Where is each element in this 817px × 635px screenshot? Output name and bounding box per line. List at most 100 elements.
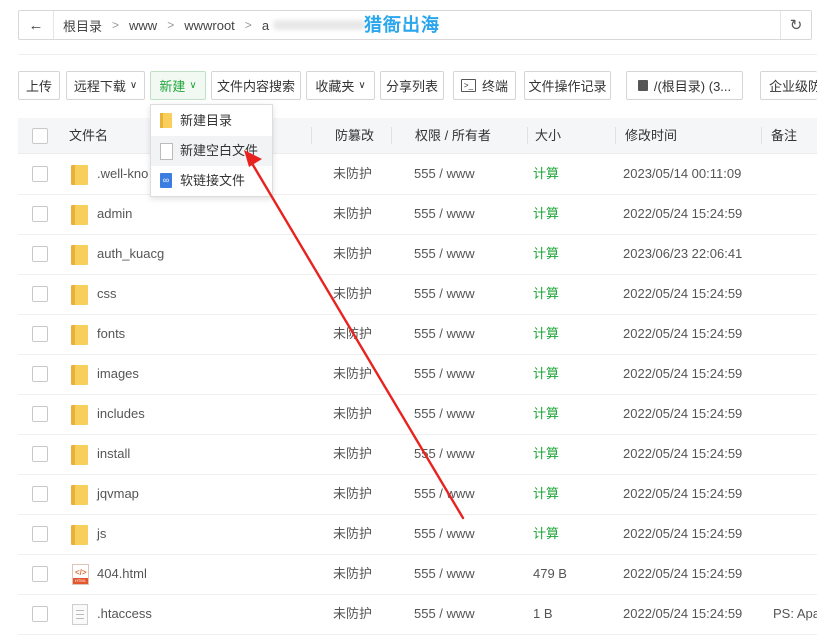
- row-checkbox[interactable]: [32, 566, 48, 582]
- content-search-label: 文件内容搜索: [216, 79, 295, 94]
- file-size[interactable]: 计算: [533, 154, 559, 194]
- row-checkbox[interactable]: [32, 406, 48, 422]
- file-name[interactable]: images: [97, 354, 139, 394]
- share-list-button[interactable]: 分享列表: [380, 71, 444, 100]
- protect-status[interactable]: 未防护: [333, 154, 372, 194]
- table-row[interactable]: install 未防护 555 / www 计算 2022/05/24 15:24:59: [18, 434, 817, 475]
- row-checkbox[interactable]: [32, 286, 48, 302]
- protect-status[interactable]: 未防护: [333, 554, 372, 594]
- file-size[interactable]: 计算: [533, 474, 559, 514]
- table-row[interactable]: </> HTML 404.html 未防护 555 / www 479 B 2022/05/…: [18, 554, 817, 595]
- protect-status[interactable]: 未防护: [333, 594, 372, 634]
- favorites-button[interactable]: 收藏夹 ∨: [306, 71, 375, 100]
- permission-owner[interactable]: 555 / www: [414, 394, 475, 434]
- file-size[interactable]: 计算: [533, 434, 559, 474]
- table-row[interactable]: includes 未防护 555 / www 计算 2022/05/24 15:24:5…: [18, 394, 817, 435]
- table-row[interactable]: auth_kuacg 未防护 555 / www 计算 2023/06/23 22:06…: [18, 234, 817, 275]
- permission-owner[interactable]: 555 / www: [414, 154, 475, 194]
- permission-owner[interactable]: 555 / www: [414, 234, 475, 274]
- file-size[interactable]: 计算: [533, 234, 559, 274]
- content-search-button[interactable]: 文件内容搜索: [211, 71, 301, 100]
- file-name[interactable]: .well-kno: [97, 154, 148, 194]
- table-row[interactable]: fonts 未防护 555 / www 计算 2022/05/24 15:24:59: [18, 314, 817, 355]
- note[interactable]: PS: Apa: [773, 594, 817, 634]
- breadcrumb-site[interactable]: a: [262, 18, 269, 33]
- protect-status[interactable]: 未防护: [333, 434, 372, 474]
- protect-status[interactable]: 未防护: [333, 274, 372, 314]
- protect-status[interactable]: 未防护: [333, 514, 372, 554]
- table-row[interactable]: images 未防护 555 / www 计算 2022/05/24 15:24:59: [18, 354, 817, 395]
- enterprise-button[interactable]: 企业级防: [760, 71, 817, 100]
- table-row[interactable]: admin 未防护 555 / www 计算 2022/05/24 15:24:59: [18, 194, 817, 235]
- row-checkbox[interactable]: [32, 166, 48, 182]
- column-perm[interactable]: 权限 / 所有者: [415, 118, 491, 153]
- protect-status[interactable]: 未防护: [333, 354, 372, 394]
- terminal-button[interactable]: >_ 终端: [453, 71, 516, 100]
- column-size[interactable]: 大小: [535, 118, 561, 153]
- row-checkbox[interactable]: [32, 526, 48, 542]
- back-arrow-icon[interactable]: ←: [19, 11, 54, 39]
- column-name[interactable]: 文件名: [69, 118, 108, 153]
- row-checkbox[interactable]: [32, 486, 48, 502]
- file-size[interactable]: 计算: [533, 394, 559, 434]
- menu-item-symlink[interactable]: ∞ 软链接文件: [151, 166, 272, 196]
- menu-item-new-folder[interactable]: 新建目录: [151, 106, 272, 136]
- row-checkbox[interactable]: [32, 606, 48, 622]
- permission-owner[interactable]: 555 / www: [414, 274, 475, 314]
- new-button[interactable]: 新建 ∨: [150, 71, 206, 100]
- upload-button[interactable]: 上传: [18, 71, 60, 100]
- protect-status[interactable]: 未防护: [333, 234, 372, 274]
- protect-status[interactable]: 未防护: [333, 474, 372, 514]
- file-name[interactable]: fonts: [97, 314, 125, 354]
- permission-owner[interactable]: 555 / www: [414, 354, 475, 394]
- table-row[interactable]: css 未防护 555 / www 计算 2022/05/24 15:24:59: [18, 274, 817, 315]
- refresh-icon[interactable]: ↻: [780, 11, 811, 39]
- folder-icon: [71, 285, 88, 305]
- column-divider: [614, 127, 616, 144]
- permission-owner[interactable]: 555 / www: [414, 554, 475, 594]
- select-all-checkbox[interactable]: [32, 128, 48, 144]
- permission-owner[interactable]: 555 / www: [414, 594, 475, 634]
- permission-owner[interactable]: 555 / www: [414, 474, 475, 514]
- permission-owner[interactable]: 555 / www: [414, 514, 475, 554]
- breadcrumb-root[interactable]: 根目录: [63, 16, 102, 35]
- row-checkbox[interactable]: [32, 206, 48, 222]
- protect-status[interactable]: 未防护: [333, 394, 372, 434]
- permission-owner[interactable]: 555 / www: [414, 314, 475, 354]
- file-log-button[interactable]: 文件操作记录: [524, 71, 611, 100]
- row-checkbox[interactable]: [32, 446, 48, 462]
- file-name[interactable]: .htaccess: [97, 594, 152, 634]
- menu-item-new-blank-file[interactable]: 新建空白文件: [151, 136, 272, 166]
- protect-status[interactable]: 未防护: [333, 194, 372, 234]
- file-name[interactable]: admin: [97, 194, 132, 234]
- row-checkbox[interactable]: [32, 246, 48, 262]
- table-row[interactable]: .htaccess 未防护 555 / www 1 B 2022/05/24 15:24…: [18, 594, 817, 635]
- file-size[interactable]: 计算: [533, 274, 559, 314]
- file-name[interactable]: 404.html: [97, 554, 147, 594]
- file-name[interactable]: includes: [97, 394, 145, 434]
- table-row[interactable]: jqvmap 未防护 555 / www 计算 2022/05/24 15:24:59: [18, 474, 817, 515]
- file-name[interactable]: jqvmap: [97, 474, 139, 514]
- chevron-down-icon: ∨: [189, 80, 197, 91]
- remote-download-button[interactable]: 远程下载 ∨: [66, 71, 145, 100]
- table-row[interactable]: js 未防护 555 / www 计算 2022/05/24 15:24:59: [18, 514, 817, 555]
- file-name[interactable]: js: [97, 514, 106, 554]
- table-row[interactable]: .well-kno 未防护 555 / www 计算 2023/05/14 00:11:…: [18, 154, 817, 195]
- file-name[interactable]: auth_kuacg: [97, 234, 164, 274]
- row-checkbox[interactable]: [32, 326, 48, 342]
- file-size[interactable]: 计算: [533, 354, 559, 394]
- disk-button[interactable]: /(根目录) (3...: [626, 71, 743, 100]
- file-size[interactable]: 计算: [533, 314, 559, 354]
- file-size[interactable]: 计算: [533, 194, 559, 234]
- breadcrumb-wwwroot[interactable]: wwwroot: [184, 18, 235, 33]
- permission-owner[interactable]: 555 / www: [414, 434, 475, 474]
- row-checkbox[interactable]: [32, 366, 48, 382]
- breadcrumb-www[interactable]: www: [129, 18, 157, 33]
- file-name[interactable]: install: [97, 434, 130, 474]
- folder-icon: [71, 205, 88, 225]
- file-size[interactable]: 计算: [533, 514, 559, 554]
- file-name[interactable]: css: [97, 274, 117, 314]
- permission-owner[interactable]: 555 / www: [414, 194, 475, 234]
- column-mtime[interactable]: 修改时间: [625, 118, 677, 153]
- protect-status[interactable]: 未防护: [333, 314, 372, 354]
